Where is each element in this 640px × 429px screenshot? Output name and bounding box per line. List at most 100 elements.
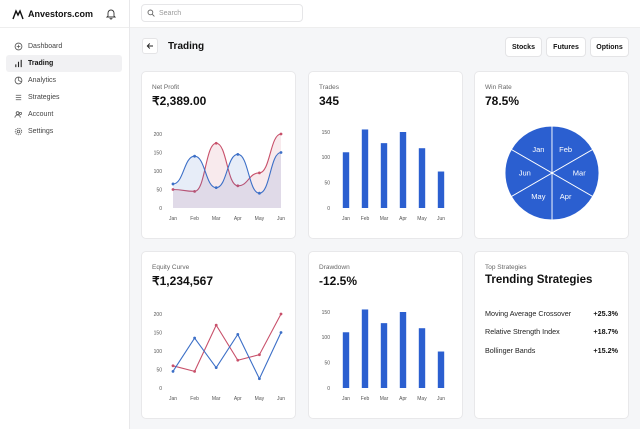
page-title: Trading [168,41,205,52]
x-tick-label: Jan [169,216,177,222]
y-tick-label: 100 [154,349,163,355]
data-point [279,312,283,316]
y-tick-label: 100 [322,155,331,161]
data-point [193,336,196,340]
x-tick-label: Feb [361,216,370,222]
sidebar-item-label: Analytics [28,77,57,84]
data-point [258,191,261,195]
sidebar: Anvestors.com Dashboard Trading Analytic… [0,0,130,429]
data-point [279,132,283,136]
sidebar-item-settings[interactable]: Settings [6,123,122,140]
sidebar-item-label: Strategies [28,94,60,101]
win-rate-chart: Jan Feb Mar Apr May Jun [504,125,600,221]
data-point [171,364,175,368]
data-point [193,369,196,373]
search-input[interactable]: Search [141,4,303,22]
x-tick-label: Feb [361,396,370,402]
data-point [236,332,240,336]
options-button[interactable]: Options [590,37,629,57]
trades-card: Trades 345 0 50 100 150 Jan Feb Mar Apr May Jun [308,71,463,239]
bar [361,129,369,208]
bar-chart-icon [15,59,22,68]
data-point [171,182,175,186]
logo-icon [12,8,24,19]
sidebar-item-dashboard[interactable]: Dashboard [6,38,122,55]
x-tick-label: Jun [277,216,285,222]
x-tick-label: Mar [380,396,389,402]
x-tick-label: May [417,216,427,222]
data-point [214,323,218,327]
sidebar-item-analytics[interactable]: Analytics [6,72,122,89]
data-point [236,358,240,362]
card-label: Top Strategies [485,264,527,271]
drawdown-card: Drawdown -12.5% 0 50 100 150 Jan Feb Mar Apr May… [308,251,463,419]
x-tick-label: Mar [380,216,389,222]
win-rate-card: Win Rate 78.5% Jan Feb Mar Apr May Jun [474,71,629,239]
y-tick-label: 200 [154,312,163,318]
data-point [258,353,261,357]
equity-curve-card: Equity Curve ₹1,234,567 0 50 100 150 200 Jan F… [141,251,296,419]
data-point [214,186,218,190]
x-tick-label: May [417,396,427,402]
x-tick-label: May [255,396,265,402]
data-point [258,171,261,175]
strategy-name[interactable]: Moving Average Crossover [485,309,571,318]
data-point [279,151,283,154]
arrow-left-icon [146,43,153,49]
data-point [279,331,283,334]
y-tick-label: 0 [327,206,330,212]
brand: Anvestors.com [0,0,129,28]
search-icon [147,9,155,17]
strategy-name[interactable]: Bollinger Bands [485,346,535,355]
pie-label: Jun [519,169,531,178]
bar [380,143,388,208]
futures-button[interactable]: Futures [546,37,586,57]
back-button[interactable] [142,38,158,54]
x-tick-label: Apr [399,396,407,402]
x-tick-label: Mar [212,396,221,402]
bell-icon[interactable] [105,8,117,20]
y-tick-label: 0 [159,386,162,392]
users-icon [14,111,23,118]
sidebar-item-label: Account [28,111,54,118]
x-tick-label: May [255,216,265,222]
pie-icon [14,76,23,85]
data-point [214,141,218,145]
trades-chart: 0 50 100 150 Jan Feb Mar Apr May Jun [322,129,445,222]
data-point [214,366,218,370]
equity-curve-chart: 0 50 100 150 200 Jan Feb Mar Apr May Jun [154,312,286,402]
x-tick-label: Jan [342,396,350,402]
bar [399,132,407,208]
x-tick-label: Jun [437,396,445,402]
topbar: Search [130,0,640,28]
sidebar-item-label: Settings [28,128,54,135]
pie-label: Apr [560,192,572,201]
sidebar-item-strategies[interactable]: Strategies [6,89,122,106]
x-tick-label: Apr [234,216,242,222]
sidebar-item-trading[interactable]: Trading [6,55,122,72]
series-line [172,313,282,372]
x-tick-label: Jun [437,216,445,222]
x-tick-label: Jun [277,396,285,402]
pie-label: May [531,192,545,201]
strategy-name[interactable]: Relative Strength Index [485,327,560,336]
net-profit-chart: 0 50 100 150 200 Jan Feb Mar Apr May Jun [154,132,286,222]
strategy-return: +18.7% [593,327,618,336]
x-tick-label: Apr [399,216,407,222]
drawdown-chart: 0 50 100 150 Jan Feb Mar Apr May Jun [322,309,445,402]
sidebar-item-account[interactable]: Account [6,106,122,123]
sidebar-item-label: Dashboard [28,43,63,50]
data-point [236,152,240,156]
y-tick-label: 50 [324,360,330,366]
y-tick-label: 50 [324,180,330,186]
y-tick-label: 50 [156,187,162,193]
data-point [258,377,261,381]
app: Anvestors.com Dashboard Trading Analytic… [0,0,640,429]
bar [418,148,426,208]
y-tick-label: 50 [156,367,162,373]
stocks-button[interactable]: Stocks [505,37,542,57]
y-tick-label: 150 [322,130,331,136]
bar [418,328,426,388]
pie-label: Mar [573,169,586,178]
x-tick-label: Jan [169,396,177,402]
